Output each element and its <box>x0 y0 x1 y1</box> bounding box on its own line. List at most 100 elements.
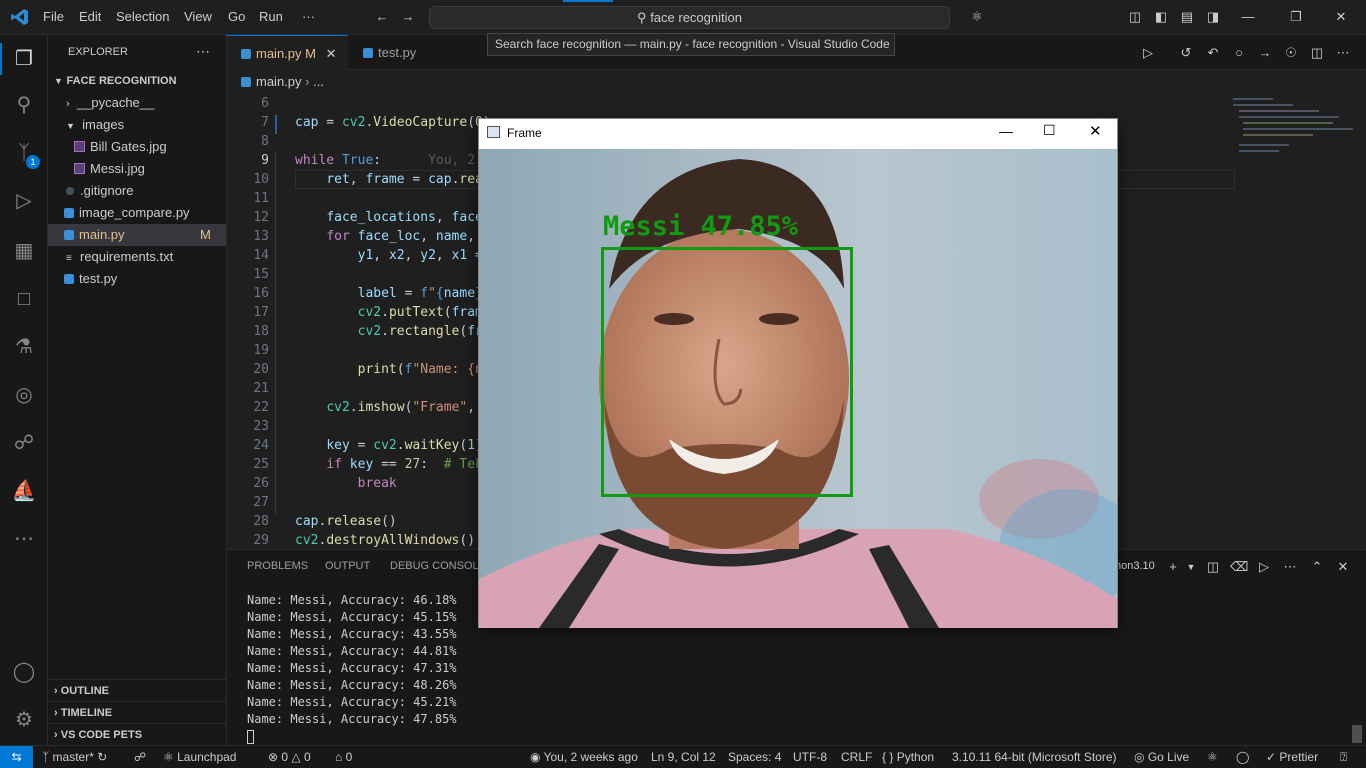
compare-changes-icon[interactable]: ↺ <box>1178 45 1194 61</box>
tree-item-label: image_compare.py <box>79 205 190 220</box>
python-file-icon <box>241 49 251 59</box>
extensions-icon[interactable]: ▦ <box>10 237 38 265</box>
code-line-16: label = f"{name} <box>357 286 483 301</box>
tree-item-main[interactable]: main.py M <box>48 224 226 246</box>
eol-status[interactable]: CRLF <box>841 750 872 764</box>
tree-item-messi[interactable]: Messi.jpg <box>48 158 226 180</box>
testing-icon[interactable]: ⚗ <box>10 333 38 361</box>
split-terminal-icon[interactable]: ◫ <box>1205 559 1221 575</box>
menu-edit[interactable]: Edit <box>79 9 101 24</box>
go-live-status[interactable]: ◎ Go Live <box>1134 750 1189 764</box>
command-search-box[interactable]: ⚲ face recognition <box>429 6 950 29</box>
opencv-frame-window[interactable]: Frame — ☐ ✕ Messi 47.85% <box>478 118 1118 628</box>
line-number: 6 <box>261 96 269 111</box>
more-icon[interactable]: ⋯ <box>10 525 38 553</box>
copilot-status-icon[interactable]: ⚛ <box>1207 750 1218 764</box>
toggle-primary-sidebar-icon[interactable]: ◧ <box>1153 9 1169 25</box>
split-editor-icon[interactable]: ◫ <box>1309 45 1325 61</box>
toggle-secondary-sidebar-icon[interactable]: ◨ <box>1205 9 1221 25</box>
docker-icon[interactable]: ⛵ <box>10 477 38 505</box>
minimize-icon[interactable]: — <box>1240 9 1256 25</box>
project-root[interactable]: ▼ FACE RECOGNITION <box>48 69 226 91</box>
frame-titlebar[interactable]: Frame — ☐ ✕ <box>479 119 1117 149</box>
branch-status[interactable]: ᛉ master* ↻ <box>42 750 107 764</box>
frame-maximize-icon[interactable]: ☐ <box>1043 122 1056 139</box>
ports-status[interactable]: ⌂ 0 <box>335 750 352 764</box>
menu-view[interactable]: View <box>184 9 212 24</box>
panel-more-icon[interactable]: ⋯ <box>1282 559 1298 575</box>
search-icon[interactable]: ⚲ <box>10 91 38 119</box>
run-terminal-icon[interactable]: ▷ <box>1256 559 1272 575</box>
toggle-sidebar-icon[interactable]: ◫ <box>1127 9 1143 25</box>
tree-item-requirements[interactable]: ≡ requirements.txt <box>48 246 226 268</box>
panel-scrollbar[interactable] <box>1352 725 1362 743</box>
breadcrumb-file[interactable]: main.py › ... <box>241 74 324 89</box>
frame-close-icon[interactable]: ✕ <box>1089 122 1102 140</box>
interpreter-status[interactable]: 3.10.11 64-bit (Microsoft Store) <box>952 750 1117 764</box>
section-timeline[interactable]: › TIMELINE <box>48 701 226 723</box>
minimap[interactable] <box>1233 94 1363 194</box>
notifications-icon[interactable]: ◯ <box>1236 750 1249 764</box>
close-panel-icon[interactable]: ✕ <box>1335 559 1351 575</box>
copilot-icon[interactable]: ⚛ <box>964 9 990 25</box>
run-debug-icon[interactable]: ▷ <box>10 187 38 215</box>
encoding-status[interactable]: UTF-8 <box>793 750 827 764</box>
menu-run[interactable]: Run <box>259 9 283 24</box>
forward-arrow-icon[interactable]: → <box>400 9 416 25</box>
new-terminal-icon[interactable]: + <box>1165 559 1181 575</box>
tab-main-py[interactable]: main.py M ✕ <box>227 35 348 70</box>
panel-tab-problems[interactable]: PROBLEMS <box>247 560 308 572</box>
git-graph-icon[interactable]: ☍ <box>10 429 38 457</box>
section-outline[interactable]: › OUTLINE <box>48 679 226 701</box>
terminal-dropdown-icon[interactable]: ▼ <box>1183 559 1199 575</box>
cursor-position[interactable]: Ln 9, Col 12 <box>651 750 716 764</box>
tree-item-gitignore[interactable]: .gitignore <box>48 180 226 202</box>
close-icon[interactable]: ✕ <box>1333 9 1349 25</box>
tab-test-py[interactable]: test.py <box>349 35 447 70</box>
tree-item-bill-gates[interactable]: Bill Gates.jpg <box>48 136 226 158</box>
remote-explorer-icon[interactable]: □ <box>10 285 38 313</box>
launchpad-status[interactable]: ⚛ Launchpad <box>163 750 236 764</box>
git-lens-icon[interactable]: ☉ <box>1283 45 1299 61</box>
menu-more[interactable]: ··· <box>302 9 315 24</box>
language-status[interactable]: { } Python <box>882 750 934 764</box>
menu-go[interactable]: Go <box>228 9 245 24</box>
git-graph-status-icon[interactable]: ☍ <box>134 750 146 764</box>
toggle-panel-icon[interactable]: ▤ <box>1179 9 1195 25</box>
terminal-cursor[interactable] <box>247 730 254 744</box>
search-replace-icon[interactable]: ◎ <box>10 381 38 409</box>
terminal-shell-label[interactable]: hon3.10 <box>1115 560 1155 572</box>
menu-selection[interactable]: Selection <box>116 9 169 24</box>
remote-indicator-icon[interactable]: ⇆ <box>0 746 33 768</box>
settings-gear-icon[interactable]: ⚙ <box>10 706 38 734</box>
menu-file[interactable]: File <box>43 9 64 24</box>
tab-close-icon[interactable]: ✕ <box>326 46 337 61</box>
frame-minimize-icon[interactable]: — <box>999 123 1013 139</box>
back-arrow-icon[interactable]: ← <box>374 9 390 25</box>
account-icon[interactable]: ◯ <box>10 658 38 686</box>
indentation-status[interactable]: Spaces: 4 <box>728 750 781 764</box>
explorer-more-icon[interactable]: ⋯ <box>196 43 210 60</box>
explorer-icon[interactable]: ❐ <box>10 45 38 73</box>
panel-tab-output[interactable]: OUTPUT <box>325 560 370 572</box>
next-change-icon[interactable]: → <box>1257 45 1273 61</box>
problems-status[interactable]: ⊗ 0 △ 0 <box>268 750 311 764</box>
maximize-panel-icon[interactable]: ⌃ <box>1309 559 1325 575</box>
tree-item-images[interactable]: ▼ images <box>48 114 226 136</box>
restore-icon[interactable]: ❐ <box>1288 9 1304 25</box>
panel-tab-debug-console[interactable]: DEBUG CONSOLE <box>390 560 486 572</box>
image-file-icon <box>74 163 85 174</box>
section-vscode-pets[interactable]: › VS CODE PETS <box>48 723 226 745</box>
bell-icon[interactable]: ⍰ <box>1340 750 1347 765</box>
blame-status[interactable]: ◉ You, 2 weeks ago <box>530 750 638 764</box>
tree-item-test[interactable]: test.py <box>48 268 226 290</box>
open-changes-icon[interactable]: ↶ <box>1205 45 1221 61</box>
run-python-icon[interactable]: ▷ <box>1140 45 1156 61</box>
prettier-status[interactable]: ✓ Prettier <box>1266 750 1318 764</box>
tree-item-pycache[interactable]: › __pycache__ <box>48 92 226 114</box>
editor-more-icon[interactable]: ⋯ <box>1335 45 1351 61</box>
previous-change-icon[interactable]: ○ <box>1231 45 1247 61</box>
kill-terminal-icon[interactable]: ⌫ <box>1230 559 1248 575</box>
breadcrumb-separator: › <box>305 74 310 89</box>
tree-item-image-compare[interactable]: image_compare.py <box>48 202 226 224</box>
